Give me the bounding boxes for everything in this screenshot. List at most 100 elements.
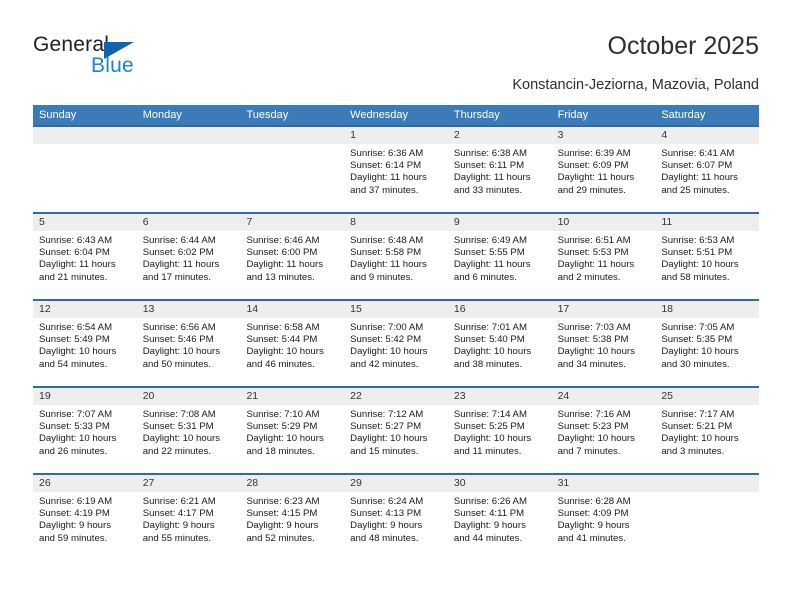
sunset-text: Sunset: 4:11 PM [453, 508, 525, 520]
day-cell[interactable]: 22 Sunrise: 7:12 AM Sunset: 5:27 PM Dayligh… [344, 388, 448, 473]
sunset-text: Sunset: 5:42 PM [350, 334, 422, 346]
day-cell[interactable]: 11 Sunrise: 6:53 AM Sunset: 5:51 PM Dayligh… [655, 214, 760, 299]
sunset-text: Sunset: 5:58 PM [350, 247, 422, 259]
day-number: 14 [240, 301, 345, 318]
day-number: 28 [240, 475, 345, 492]
day-cell[interactable]: 27 Sunrise: 6:21 AM Sunset: 4:17 PM Dayligh… [136, 475, 241, 560]
day-cell[interactable]: 14 Sunrise: 6:58 AM Sunset: 5:44 PM Dayligh… [240, 301, 345, 386]
sunrise-text: Sunrise: 6:19 AM [39, 496, 113, 507]
day-cell[interactable]: 3 Sunrise: 6:39 AM Sunset: 6:09 PM Daylight… [551, 127, 656, 212]
day-number: 17 [551, 301, 656, 318]
day-number: 23 [447, 388, 552, 405]
sunset-text: Sunset: 5:46 PM [142, 334, 214, 346]
daylight-text-line1: Daylight: 9 hours [39, 520, 111, 532]
daylight-text-line2: and 33 minutes. [453, 184, 523, 196]
day-details: Sunrise: 6:41 AM Sunset: 6:07 PM Daylight:… [655, 144, 759, 197]
sunrise-text: Sunrise: 6:46 AM [246, 235, 320, 246]
day-details: Sunrise: 6:43 AM Sunset: 6:04 PM Daylight:… [33, 231, 137, 284]
daylight-text-line2: and 13 minutes. [246, 271, 315, 283]
day-cell[interactable]: 16 Sunrise: 7:01 AM Sunset: 5:40 PM Dayligh… [447, 301, 552, 386]
daylight-text-line1: Daylight: 11 hours [350, 259, 427, 271]
day-number: 6 [136, 214, 241, 231]
day-number: 27 [136, 475, 241, 492]
day-cell[interactable]: 23 Sunrise: 7:14 AM Sunset: 5:25 PM Dayligh… [447, 388, 552, 473]
sunrise-text: Sunrise: 6:53 AM [661, 235, 735, 246]
daylight-text-line2: and 21 minutes. [39, 271, 108, 283]
daylight-text-line2: and 29 minutes. [557, 184, 626, 196]
day-cell[interactable]: 4 Sunrise: 6:41 AM Sunset: 6:07 PM Daylight… [655, 127, 760, 212]
weekday-monday: Monday [142, 109, 182, 121]
daylight-text-line2: and 46 minutes. [246, 358, 315, 370]
sunset-text: Sunset: 5:44 PM [246, 334, 318, 346]
sunrise-text: Sunrise: 6:58 AM [246, 322, 320, 333]
daylight-text-line2: and 44 minutes. [453, 532, 523, 544]
day-cell[interactable]: 17 Sunrise: 7:03 AM Sunset: 5:38 PM Dayligh… [551, 301, 656, 386]
daylight-text-line1: Daylight: 10 hours [39, 433, 117, 445]
daylight-text-line2: and 7 minutes. [557, 445, 621, 457]
day-cell[interactable]: 21 Sunrise: 7:10 AM Sunset: 5:29 PM Dayligh… [240, 388, 345, 473]
day-details: Sunrise: 6:44 AM Sunset: 6:02 PM Daylight:… [137, 231, 241, 284]
day-number [655, 475, 760, 492]
week-row: 12 Sunrise: 6:54 AM Sunset: 5:49 PM Dayligh… [33, 299, 760, 386]
day-number: 22 [344, 388, 448, 405]
day-details: Sunrise: 6:24 AM Sunset: 4:13 PM Daylight:… [344, 492, 448, 545]
day-cell[interactable] [240, 127, 345, 212]
day-cell[interactable]: 15 Sunrise: 7:00 AM Sunset: 5:42 PM Dayligh… [344, 301, 448, 386]
daylight-text-line1: Daylight: 10 hours [350, 433, 428, 445]
day-details: Sunrise: 7:01 AM Sunset: 5:40 PM Daylight:… [448, 318, 552, 371]
daylight-text-line1: Daylight: 10 hours [557, 346, 635, 358]
weekday-thursday: Thursday [453, 109, 500, 121]
day-cell[interactable]: 20 Sunrise: 7:08 AM Sunset: 5:31 PM Dayligh… [136, 388, 241, 473]
calendar-page: General Blue October 2025 Konstancin-Jez… [0, 0, 792, 612]
day-cell[interactable]: 8 Sunrise: 6:48 AM Sunset: 5:58 PM Daylight… [344, 214, 448, 299]
day-cell[interactable]: 7 Sunrise: 6:46 AM Sunset: 6:00 PM Daylight… [240, 214, 345, 299]
day-cell[interactable]: 2 Sunrise: 6:38 AM Sunset: 6:11 PM Daylight… [447, 127, 552, 212]
sunrise-text: Sunrise: 7:08 AM [142, 409, 216, 420]
day-cell[interactable]: 9 Sunrise: 6:49 AM Sunset: 5:55 PM Daylight… [447, 214, 552, 299]
day-cell[interactable] [655, 475, 760, 560]
day-cell[interactable]: 5 Sunrise: 6:43 AM Sunset: 6:04 PM Daylight… [33, 214, 137, 299]
general-blue-logo[interactable]: General Blue [33, 33, 213, 85]
sunrise-text: Sunrise: 7:05 AM [661, 322, 735, 333]
day-cell[interactable] [33, 127, 137, 212]
daylight-text-line2: and 25 minutes. [661, 184, 730, 196]
day-number: 8 [344, 214, 448, 231]
day-details: Sunrise: 7:17 AM Sunset: 5:21 PM Daylight:… [655, 405, 759, 458]
day-cell[interactable]: 25 Sunrise: 7:17 AM Sunset: 5:21 PM Dayligh… [655, 388, 760, 473]
day-cell[interactable]: 24 Sunrise: 7:16 AM Sunset: 5:23 PM Dayligh… [551, 388, 656, 473]
daylight-text-line1: Daylight: 9 hours [350, 520, 423, 532]
day-cell[interactable]: 26 Sunrise: 6:19 AM Sunset: 4:19 PM Dayligh… [33, 475, 137, 560]
day-cell[interactable]: 1 Sunrise: 6:36 AM Sunset: 6:14 PM Daylight… [344, 127, 448, 212]
day-cell[interactable]: 12 Sunrise: 6:54 AM Sunset: 5:49 PM Dayligh… [33, 301, 137, 386]
daylight-text-line2: and 17 minutes. [142, 271, 211, 283]
day-cell[interactable]: 28 Sunrise: 6:23 AM Sunset: 4:15 PM Dayligh… [240, 475, 345, 560]
day-number: 1 [344, 127, 448, 144]
day-details: Sunrise: 6:23 AM Sunset: 4:15 PM Daylight:… [240, 492, 344, 545]
day-cell[interactable]: 18 Sunrise: 7:05 AM Sunset: 5:35 PM Dayligh… [655, 301, 760, 386]
page-header: General Blue October 2025 Konstancin-Jez… [0, 0, 792, 100]
sunrise-text: Sunrise: 6:51 AM [557, 235, 631, 246]
day-cell[interactable]: 29 Sunrise: 6:24 AM Sunset: 4:13 PM Dayligh… [344, 475, 448, 560]
sunset-text: Sunset: 5:33 PM [39, 421, 110, 433]
day-cell[interactable]: 6 Sunrise: 6:44 AM Sunset: 6:02 PM Daylight… [136, 214, 241, 299]
day-number: 20 [136, 388, 241, 405]
sunrise-text: Sunrise: 6:54 AM [39, 322, 113, 333]
daylight-text-line2: and 6 minutes. [453, 271, 517, 283]
sunset-text: Sunset: 6:14 PM [350, 160, 422, 172]
day-cell[interactable] [136, 127, 241, 212]
day-details: Sunrise: 6:48 AM Sunset: 5:58 PM Daylight:… [344, 231, 448, 284]
day-details [33, 144, 137, 148]
sunrise-text: Sunrise: 6:41 AM [661, 148, 735, 159]
day-cell[interactable]: 31 Sunrise: 6:28 AM Sunset: 4:09 PM Dayligh… [551, 475, 656, 560]
page-subtitle-location: Konstancin-Jeziorna, Mazovia, Poland [512, 77, 759, 93]
day-number: 15 [344, 301, 448, 318]
day-cell[interactable]: 19 Sunrise: 7:07 AM Sunset: 5:33 PM Dayligh… [33, 388, 137, 473]
sunrise-text: Sunrise: 6:39 AM [557, 148, 631, 159]
day-cell[interactable]: 30 Sunrise: 6:26 AM Sunset: 4:11 PM Dayligh… [447, 475, 552, 560]
day-cell[interactable]: 13 Sunrise: 6:56 AM Sunset: 5:46 PM Dayligh… [136, 301, 241, 386]
sunrise-text: Sunrise: 6:21 AM [142, 496, 216, 507]
day-cell[interactable]: 10 Sunrise: 6:51 AM Sunset: 5:53 PM Dayligh… [551, 214, 656, 299]
day-details: Sunrise: 7:16 AM Sunset: 5:23 PM Daylight:… [552, 405, 656, 458]
sunset-text: Sunset: 5:55 PM [453, 247, 525, 259]
day-details: Sunrise: 7:07 AM Sunset: 5:33 PM Daylight:… [33, 405, 137, 458]
